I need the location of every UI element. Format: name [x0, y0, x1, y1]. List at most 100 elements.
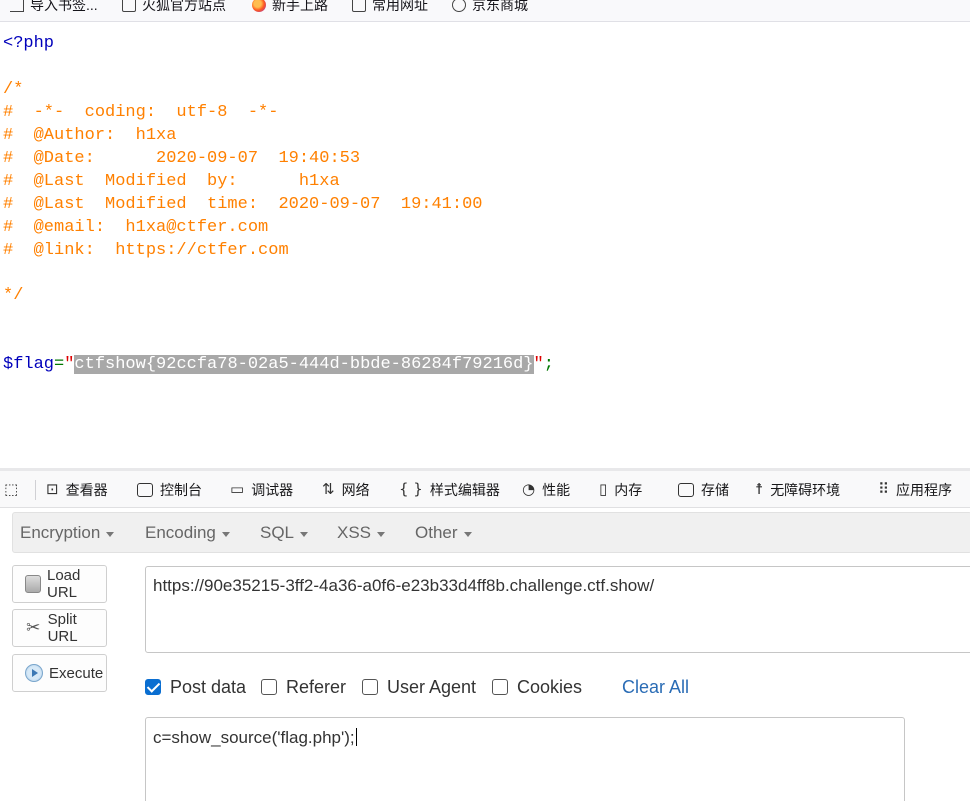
bookmark-label: 火狐官方站点 — [142, 0, 226, 13]
element-picker-button[interactable]: ⬚ — [4, 471, 18, 508]
menu-label: Encoding — [145, 523, 216, 542]
debugger-icon: ▭ — [230, 480, 245, 498]
option-label: Cookies — [517, 676, 583, 697]
menu-label: Encryption — [20, 523, 101, 542]
comment-line: # @Author: h1xa — [3, 126, 177, 145]
tab-accessibility[interactable]: ☨ 无障碍环境 — [755, 471, 840, 508]
network-icon: ⇅ — [322, 480, 335, 498]
menu-xss[interactable]: XSS — [337, 513, 386, 553]
tab-style-editor[interactable]: { } 样式编辑器 — [399, 471, 500, 508]
tab-storage[interactable]: 存储 — [678, 471, 729, 508]
bookmark-firefox-site[interactable]: 火狐官方站点 — [122, 0, 226, 16]
bookmark-label: 导入书签... — [30, 0, 98, 13]
inspector-icon: ⊡ — [46, 480, 59, 498]
folder-icon — [352, 0, 366, 12]
bookmark-label: 新手上路 — [272, 0, 328, 13]
load-icon — [25, 575, 41, 593]
accessibility-icon: ☨ — [755, 480, 764, 498]
firefox-icon — [252, 0, 266, 12]
flag-value[interactable]: ctfshow{92ccfa78-02a5-444d-bbde-86284f79… — [74, 355, 534, 374]
tab-performance[interactable]: ◔ 性能 — [522, 471, 570, 508]
globe-icon — [452, 0, 466, 12]
post-data-text: c=show_source('flag.php'); — [153, 728, 355, 747]
bookmark-import[interactable]: 导入书签... — [10, 0, 98, 16]
application-icon: ⠿ — [878, 480, 889, 498]
comment-line: # @email: h1xa@ctfer.com — [3, 218, 269, 237]
style-editor-icon: { } — [399, 480, 423, 498]
bookmark-label: 常用网址 — [372, 0, 428, 13]
cookies-checkbox[interactable] — [492, 679, 508, 695]
console-icon — [137, 482, 153, 497]
tab-network[interactable]: ⇅ 网络 — [322, 471, 370, 508]
menu-encryption[interactable]: Encryption — [20, 513, 115, 553]
bookmark-common-sites[interactable]: 常用网址 — [352, 0, 428, 16]
import-icon — [10, 0, 24, 12]
php-open-tag: <?php — [3, 34, 55, 53]
load-url-button[interactable]: Load URL — [12, 565, 107, 603]
referer-option[interactable]: Referer — [261, 676, 346, 698]
tab-label: 控制台 — [160, 481, 202, 498]
comment-open: /* — [3, 80, 24, 99]
chevron-down-icon — [377, 531, 386, 537]
tab-label: 无障碍环境 — [770, 481, 841, 498]
bookmark-jd[interactable]: 京东商城 — [452, 0, 528, 16]
tab-memory[interactable]: ▯ 内存 — [599, 471, 642, 508]
user-agent-checkbox[interactable] — [362, 679, 378, 695]
option-label: Referer — [286, 676, 347, 697]
option-label: User Agent — [387, 676, 477, 697]
comment-line: # @link: https://ctfer.com — [3, 241, 289, 260]
menu-other[interactable]: Other — [415, 513, 472, 553]
hackbar-menu: Encryption Encoding SQL XSS Other — [12, 512, 970, 553]
tab-label: 存储 — [701, 481, 729, 498]
referer-checkbox[interactable] — [261, 679, 277, 695]
clear-all-link[interactable]: Clear All — [622, 676, 689, 698]
post-data-option[interactable]: Post data — [145, 676, 246, 698]
post-data-checkbox[interactable] — [145, 679, 161, 695]
tab-application[interactable]: ⠿ 应用程序 — [878, 471, 952, 508]
execute-button[interactable]: Execute — [12, 654, 107, 692]
menu-label: XSS — [337, 523, 372, 542]
user-agent-option[interactable]: User Agent — [362, 676, 476, 698]
comment-line: # -*- coding: utf-8 -*- — [3, 103, 279, 122]
toolbar-divider — [35, 480, 36, 500]
bookmarks-bar: 导入书签... 火狐官方站点 新手上路 常用网址 京东商城 — [0, 0, 970, 22]
cookies-option[interactable]: Cookies — [492, 676, 582, 698]
tab-label: 应用程序 — [896, 481, 952, 498]
flag-variable: $flag — [3, 355, 55, 374]
storage-icon — [678, 482, 694, 497]
semicolon: ; — [543, 355, 554, 374]
play-icon — [25, 664, 43, 682]
menu-sql[interactable]: SQL — [260, 513, 309, 553]
comment-line: # @Last Modified time: 2020-09-07 19:41:… — [3, 195, 483, 214]
assign-operator: = — [54, 355, 65, 374]
scissors-icon: ✂ — [26, 618, 41, 638]
button-label: Execute — [49, 664, 104, 682]
memory-icon: ▯ — [599, 480, 608, 498]
bookmark-getting-started[interactable]: 新手上路 — [252, 0, 328, 16]
button-label: Load URL — [46, 567, 81, 601]
quote-open: " — [64, 355, 75, 374]
post-data-input[interactable]: c=show_source('flag.php'); — [145, 717, 905, 801]
element-picker-icon: ⬚ — [4, 480, 19, 498]
tab-debugger[interactable]: ▭ 调试器 — [230, 471, 293, 508]
tab-console[interactable]: 控制台 — [137, 471, 202, 508]
chevron-down-icon — [300, 531, 309, 537]
text-cursor — [355, 728, 357, 746]
tab-label: 样式编辑器 — [429, 481, 500, 498]
url-text: https://90e35215-3ff2-4a36-a0f6-e23b33d4… — [153, 576, 655, 595]
comment-line: # @Last Modified by: h1xa — [3, 172, 340, 191]
chevron-down-icon — [106, 531, 115, 537]
menu-encoding[interactable]: Encoding — [145, 513, 230, 553]
flag-line: $flag="ctfshow{92ccfa78-02a5-444d-bbde-8… — [3, 354, 554, 376]
tab-label: 内存 — [614, 481, 643, 498]
url-input[interactable]: https://90e35215-3ff2-4a36-a0f6-e23b33d4… — [145, 566, 970, 653]
tab-inspector[interactable]: ⊡ 查看器 — [46, 471, 108, 508]
tab-label: 调试器 — [251, 481, 294, 498]
performance-icon: ◔ — [522, 480, 536, 498]
comment-line: # @Date: 2020-09-07 19:40:53 — [3, 149, 361, 168]
menu-label: Other — [415, 523, 458, 542]
folder-icon — [122, 0, 136, 12]
chevron-down-icon — [463, 531, 472, 537]
button-label: Split URL — [47, 611, 78, 645]
split-url-button[interactable]: ✂ Split URL — [12, 609, 107, 647]
